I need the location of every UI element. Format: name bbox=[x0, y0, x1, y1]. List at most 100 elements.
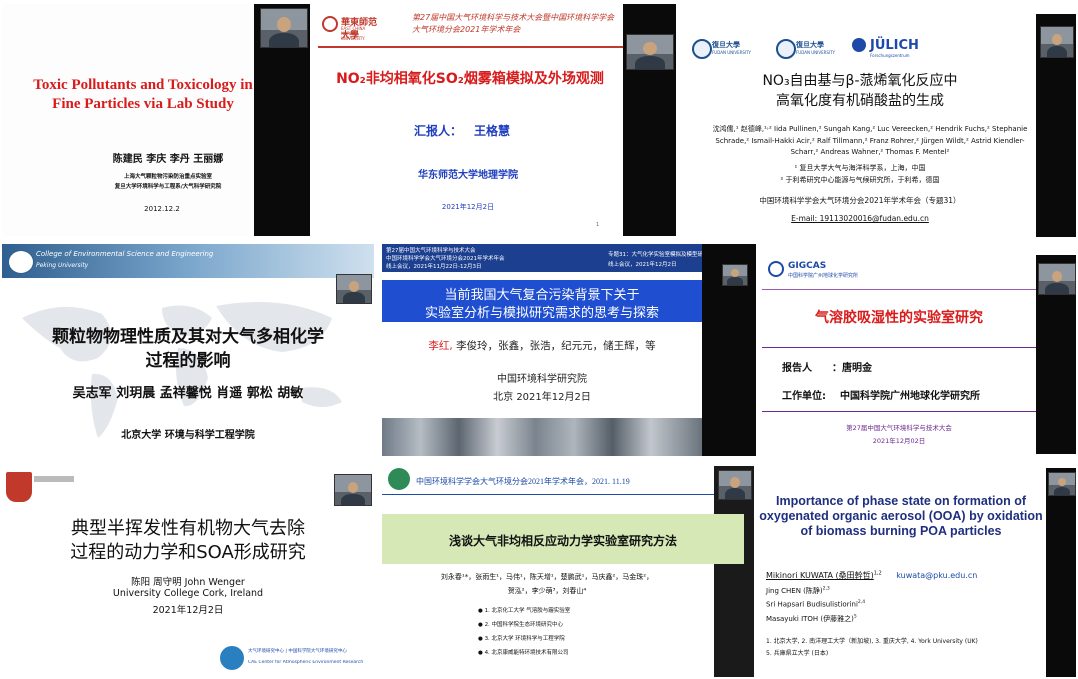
fudan-logo: 復旦大學 FUDAN UNIVERSITY 復旦大學 FUDAN UNIVERS… bbox=[692, 38, 852, 60]
reporter-label: 报告人 bbox=[782, 363, 812, 374]
header-line bbox=[382, 494, 714, 495]
slide-title: Importance of phase state on formation o… bbox=[759, 494, 1043, 538]
reporter-label: 汇报人： bbox=[414, 124, 463, 138]
speaker-video-thumbnail[interactable] bbox=[1038, 263, 1076, 295]
slide-tile-7[interactable]: 典型半挥发性有机物大气去除 过程的动力学和SOA形成研究 陈阳 周守明 John… bbox=[2, 466, 374, 677]
slide-title-line1: 当前我国大气复合污染背景下关于 bbox=[444, 288, 640, 303]
header-text-2: 中国环境科学学会大气环境分会2021年学术年会 bbox=[386, 256, 505, 262]
slide-tile-3[interactable]: 復旦大學 FUDAN UNIVERSITY 復旦大學 FUDAN UNIVERS… bbox=[684, 14, 1076, 237]
header-text-1: 第27届中国大气环境科学与技术大会 bbox=[386, 248, 476, 254]
slide-university: University College Cork, Ireland bbox=[112, 588, 264, 599]
slide-lab: 上海大气颗粒物污染防治重点实验室 bbox=[123, 174, 212, 180]
slide-authors: 陈阳 周守明 John Wenger bbox=[131, 577, 245, 588]
slide-affiliation-2: 5. 兵庫県立大学 (日本) bbox=[766, 650, 829, 657]
slide-title: 浅谈大气非均相反应动力学实验室研究方法 bbox=[448, 534, 677, 548]
slide-tile-1[interactable]: Toxic Pollutants and Toxicology in Fine … bbox=[2, 4, 310, 236]
slide-date: 2021年12月2日 bbox=[152, 605, 224, 616]
university-logo: 華東師范大學 EAST CHINA NORMAL UNIVERSITY bbox=[322, 14, 382, 41]
slide-date: 2021年12月2日 bbox=[441, 203, 495, 211]
conference-header: 中国环境科学学会大气环境分会2021年学术年会，2021. 11.19 bbox=[416, 477, 630, 486]
author-rest: 李俊玲，张鑫，张浩，纪元元，储王辉，等 bbox=[456, 340, 656, 352]
slide-title-line1: 典型半挥发性有机物大气去除 bbox=[71, 518, 305, 539]
speaker-video-thumbnail[interactable] bbox=[722, 264, 748, 286]
author-2: Jing CHEN (陈静)2,3 bbox=[766, 586, 830, 595]
slide-title-line2: 实验室分析与模拟研究需求的思考与探索 bbox=[424, 306, 659, 321]
ucc-logo-text bbox=[34, 476, 74, 482]
author-1: Mikinori KUWATA (桑田幹哲)1,2 kuwata@pku.edu… bbox=[766, 570, 978, 580]
slide-title-line1: NO₃自由基与β-蒎烯氧化反应中 bbox=[762, 73, 958, 89]
slide-dept: 复旦大学环境科学与工程系/大气科学研究院 bbox=[114, 184, 222, 190]
reporter-name: 王格慧 bbox=[474, 124, 511, 138]
conference-logo bbox=[388, 468, 410, 490]
slide-date: 2021年12月02日 bbox=[872, 437, 926, 445]
slide-affiliation-2: ² 于利希研究中心能源与气候研究所，于利希，德国 bbox=[780, 176, 940, 184]
author-email[interactable]: kuwata@pku.edu.cn bbox=[896, 571, 977, 580]
author-3: Sri Hapsari Budisulistiorini2,4 bbox=[766, 600, 866, 609]
slide-authors: 沈鸿儒,¹ 赵德峰,¹˒² Iida Pullinen,² Sungah Kan… bbox=[712, 125, 1028, 156]
slide-authors: 陈建民 李庆 李丹 王丽娜 bbox=[112, 154, 224, 165]
slide-title: 气溶胶吸湿性的实验室研究 bbox=[815, 310, 983, 326]
author-4: Masayuki ITOH (伊藤雅之)5 bbox=[766, 614, 857, 623]
slide-title-line2: 过程的影响 bbox=[145, 351, 231, 371]
slide-title: Toxic Pollutants and Toxicology in Fine … bbox=[33, 77, 253, 112]
header-right-1: 专题31：大气化学实验室模拟及模型研究 bbox=[608, 252, 709, 258]
speaker-video-thumbnail[interactable] bbox=[626, 34, 674, 70]
julich-logo: JÜLICH Forschungszentrum bbox=[852, 38, 942, 62]
slide-authors: 吴志军 刘玥晨 孟祥馨悦 肖遥 郭松 胡敏 bbox=[72, 386, 304, 401]
slide-affiliation: 北京大学 环境与科学工程学院 bbox=[121, 430, 255, 441]
cae-logo bbox=[220, 646, 244, 670]
slide-conference: 第27届中国大气环境科学与技术大会 bbox=[846, 424, 952, 432]
slide-tile-6[interactable]: GIGCAS 中国科学院广州地球化学研究所 气溶胶吸湿性的实验室研究 报告人 ：… bbox=[762, 255, 1076, 454]
speaker-video-thumbnail[interactable] bbox=[1040, 26, 1074, 58]
slide-title-line2: 高氧化度有机硝酸盐的生成 bbox=[776, 93, 944, 109]
slide-authors: 李红, 李俊玲，张鑫，张浩，纪元元，储王辉，等 bbox=[382, 338, 702, 353]
slide-tile-4[interactable]: College of Environmental Science and Eng… bbox=[2, 244, 374, 456]
affiliation-list: ● 1. 北京化工大学 气溶胶与霾实验室 ● 2. 中国科学院生态环境研究中心 … bbox=[478, 604, 708, 660]
slide-institute: 中国环境科学研究院 bbox=[497, 374, 587, 385]
slide-title-line1: 颗粒物物理性质及其对大气多相化学 bbox=[52, 327, 324, 347]
author-highlight: 李红, bbox=[428, 340, 453, 352]
speaker-video-thumbnail[interactable] bbox=[1048, 472, 1076, 496]
conference-header: 第27届中国大气环境科学与技术大会暨中国环境科学学会大气环境分会2021年学术年… bbox=[412, 13, 615, 34]
header-line bbox=[318, 46, 623, 48]
slide-conference: 中国环境科学学会大气环境分会2021年学术年会（专题31） bbox=[759, 196, 961, 205]
slide-affiliation-1: ¹ 复旦大学大气与海洋科学系，上海，中国 bbox=[794, 164, 926, 172]
speaker-video-thumbnail[interactable] bbox=[260, 8, 308, 48]
header-right-2: 线上会议，2021年12月2日 bbox=[608, 262, 677, 268]
slide-date: 2012.12.2 bbox=[144, 205, 180, 213]
slide-affiliation-1: 1. 北京大学, 2. 南洋理工大学（新加坡), 3. 重庆大学, 4. Yor… bbox=[766, 638, 978, 645]
slide-title: NO₂非均相氧化SO₂烟雾箱模拟及外场观测 bbox=[336, 71, 604, 87]
school-name-en-2: Peking University bbox=[36, 262, 89, 269]
slide-tile-5[interactable]: 第27届中国大气环境科学与技术大会 中国环境科学学会大气环境分会2021年学术年… bbox=[382, 244, 756, 456]
slide-tile-8[interactable]: 中国环境科学学会大气环境分会2021年学术年会，2021. 11.19 浅谈大气… bbox=[382, 466, 754, 677]
pku-logo bbox=[8, 250, 34, 274]
affiliation-item: ● 1. 北京化工大学 气溶胶与霾实验室 bbox=[478, 608, 571, 614]
page-number: 1 bbox=[596, 222, 600, 228]
affiliation-item: ● 2. 中国科学院生态环境研究中心 bbox=[478, 622, 564, 628]
footer-en: CAE Center for Atmospheric Environment R… bbox=[248, 660, 364, 665]
divider bbox=[762, 347, 1036, 348]
speaker-video-thumbnail[interactable] bbox=[718, 470, 752, 500]
slide-affiliation: 华东师范大学地理学院 bbox=[418, 170, 518, 181]
reporter-name: ：唐明金 bbox=[832, 363, 872, 374]
school-name-en: College of Environmental Science and Eng… bbox=[36, 250, 214, 258]
slide-tile-2[interactable]: 華東師范大學 EAST CHINA NORMAL UNIVERSITY 第27届… bbox=[318, 4, 676, 236]
affiliation-item: ● 4. 北京康威能特环境技术有限公司 bbox=[478, 650, 569, 656]
header-line bbox=[762, 289, 1036, 290]
speaker-video-thumbnail[interactable] bbox=[334, 474, 372, 506]
divider-2 bbox=[762, 411, 1036, 412]
unit-name: 中国科学院广州地球化学研究所 bbox=[840, 391, 980, 402]
gigcas-logo: GIGCAS 中国科学院广州地球化学研究所 bbox=[768, 261, 898, 283]
unit-label: 工作单位: bbox=[782, 391, 826, 402]
slide-date: 北京 2021年12月2日 bbox=[493, 392, 591, 403]
slide-title-line2: 过程的动力学和SOA形成研究 bbox=[70, 542, 306, 563]
lab-photo-strip bbox=[382, 418, 702, 456]
header-text-3: 线上会议，2021年11月22日-12月3日 bbox=[386, 264, 482, 270]
slide-authors-2: 贺泓²，李少萌³，刘春山⁴ bbox=[507, 587, 587, 595]
slide-email[interactable]: E-mail: 19113020016@fudan.edu.cn bbox=[684, 214, 1036, 223]
affiliation-item: ● 3. 北京大学 环境科学与工程学院 bbox=[478, 636, 565, 642]
slide-authors-1: 刘永春¹*，张雨生¹，马伟¹，陈天增¹，楚鹏武¹，马庆鑫²，马金珠²， bbox=[440, 573, 654, 581]
video-bar bbox=[1046, 468, 1076, 677]
ucc-logo bbox=[6, 472, 32, 502]
slide-tile-9[interactable]: Importance of phase state on formation o… bbox=[756, 468, 1076, 677]
